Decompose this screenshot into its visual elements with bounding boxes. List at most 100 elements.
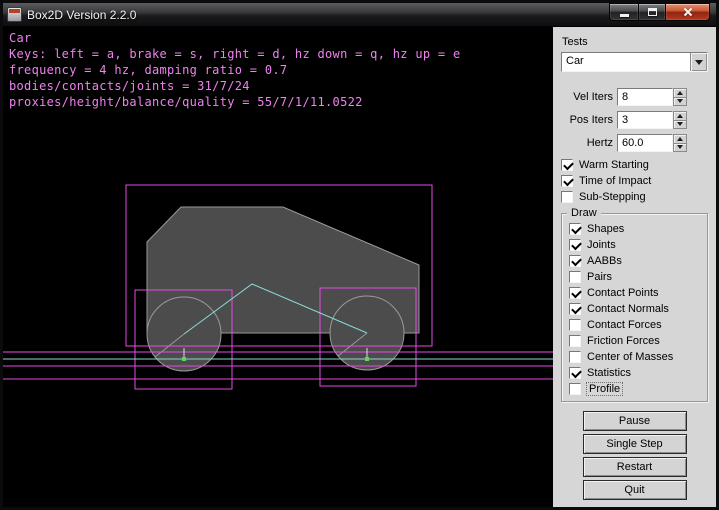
front-contact-point	[365, 357, 369, 361]
pos-iters-label: Pos Iters	[561, 114, 613, 126]
close-button[interactable]	[666, 3, 710, 21]
app-window: Box2D Version 2.2.0	[0, 0, 719, 510]
aabbs-label: AABBs	[587, 255, 622, 267]
time-of-impact-label: Time of Impact	[579, 175, 651, 187]
arrow-down-icon	[677, 99, 683, 103]
arrow-up-icon	[677, 137, 683, 141]
contact-forces-label: Contact Forces	[587, 319, 662, 331]
checkbox-center-of-masses[interactable]: Center of Masses	[569, 349, 703, 365]
draw-group: Draw Shapes Joints AABBs Pairs	[561, 213, 708, 402]
arrow-up-icon	[677, 91, 683, 95]
profile-label: Profile	[587, 383, 622, 395]
overlay-frequency: frequency = 4 hz, damping ratio = 0.7	[9, 63, 287, 77]
shapes-checkbox[interactable]	[569, 223, 581, 235]
checkbox-aabbs[interactable]: AABBs	[569, 253, 703, 269]
contact-normals-checkbox[interactable]	[569, 303, 581, 315]
single-step-button[interactable]: Single Step	[583, 434, 687, 454]
center-of-masses-label: Center of Masses	[587, 351, 673, 363]
warm-starting-label: Warm Starting	[579, 159, 649, 171]
vel-iters-up-button[interactable]	[673, 88, 687, 98]
checkbox-joints[interactable]: Joints	[569, 237, 703, 253]
tests-label: Tests	[562, 36, 708, 48]
checkbox-sub-stepping[interactable]: Sub-Stepping	[561, 189, 708, 205]
contact-forces-checkbox[interactable]	[569, 319, 581, 331]
overlay-keys: Keys: left = a, brake = s, right = d, hz…	[9, 47, 460, 61]
hertz-spin-buttons	[673, 134, 687, 152]
pairs-checkbox[interactable]	[569, 271, 581, 283]
vel-iters-spinner: Vel Iters 8	[561, 88, 708, 106]
time-of-impact-checkbox[interactable]	[561, 175, 573, 187]
action-buttons: Pause Single Step Restart Quit	[561, 411, 708, 500]
joints-label: Joints	[587, 239, 616, 251]
title-bar[interactable]: Box2D Version 2.2.0	[3, 3, 716, 27]
simulation-canvas[interactable]: Car Keys: left = a, brake = s, right = d…	[3, 27, 553, 507]
sub-stepping-checkbox[interactable]	[561, 191, 573, 203]
vel-iters-label: Vel Iters	[561, 91, 613, 103]
window-title: Box2D Version 2.2.0	[27, 8, 136, 22]
checkbox-contact-normals[interactable]: Contact Normals	[569, 301, 703, 317]
chevron-down-icon	[695, 60, 703, 65]
contact-points-checkbox[interactable]	[569, 287, 581, 299]
minimize-icon	[620, 14, 629, 17]
overlay-proxy-stats: proxies/height/balance/quality = 55/7/1/…	[9, 95, 363, 109]
joints-checkbox[interactable]	[569, 239, 581, 251]
pos-iters-input[interactable]: 3	[617, 111, 673, 129]
restart-button[interactable]: Restart	[583, 457, 687, 477]
vel-iters-input[interactable]: 8	[617, 88, 673, 106]
contact-normals-label: Contact Normals	[587, 303, 669, 315]
warm-starting-checkbox[interactable]	[561, 159, 573, 171]
tests-dropdown-value: Car	[562, 53, 690, 71]
checkbox-friction-forces[interactable]: Friction Forces	[569, 333, 703, 349]
hertz-up-button[interactable]	[673, 134, 687, 144]
checkbox-pairs[interactable]: Pairs	[569, 269, 703, 285]
contact-points-label: Contact Points	[587, 287, 659, 299]
debug-draw-scene: Car Keys: left = a, brake = s, right = d…	[3, 27, 553, 507]
statistics-checkbox[interactable]	[569, 367, 581, 379]
checkbox-shapes[interactable]: Shapes	[569, 221, 703, 237]
window-controls	[609, 3, 710, 21]
pos-iters-spin-buttons	[673, 111, 687, 129]
maximize-button[interactable]	[638, 3, 666, 21]
pause-button[interactable]: Pause	[583, 411, 687, 431]
checkbox-time-of-impact[interactable]: Time of Impact	[561, 173, 708, 189]
pairs-label: Pairs	[587, 271, 612, 283]
hertz-label: Hertz	[561, 137, 613, 149]
quit-button[interactable]: Quit	[583, 480, 687, 500]
hertz-spinner: Hertz 60.0	[561, 134, 708, 152]
hertz-input[interactable]: 60.0	[617, 134, 673, 152]
shapes-label: Shapes	[587, 223, 624, 235]
vel-iters-down-button[interactable]	[673, 98, 687, 107]
arrow-down-icon	[677, 122, 683, 126]
rear-contact-point	[182, 357, 186, 361]
tests-dropdown-arrow-button[interactable]	[690, 53, 707, 71]
profile-checkbox[interactable]	[569, 383, 581, 395]
checkbox-contact-forces[interactable]: Contact Forces	[569, 317, 703, 333]
checkbox-profile[interactable]: Profile	[569, 381, 703, 397]
pos-iters-down-button[interactable]	[673, 121, 687, 130]
vel-iters-spin-buttons	[673, 88, 687, 106]
pos-iters-spinner: Pos Iters 3	[561, 111, 708, 129]
friction-forces-checkbox[interactable]	[569, 335, 581, 347]
tests-dropdown[interactable]: Car	[561, 52, 708, 72]
arrow-up-icon	[677, 114, 683, 118]
app-icon	[7, 7, 22, 22]
arrow-down-icon	[677, 145, 683, 149]
checkbox-contact-points[interactable]: Contact Points	[569, 285, 703, 301]
sub-stepping-label: Sub-Stepping	[579, 191, 646, 203]
overlay-test-name: Car	[9, 31, 32, 45]
aabbs-checkbox[interactable]	[569, 255, 581, 267]
close-icon	[682, 6, 694, 18]
minimize-button[interactable]	[609, 3, 638, 21]
checkbox-warm-starting[interactable]: Warm Starting	[561, 157, 708, 173]
control-panel: Tests Car Vel Iters 8 Pos Iters 3	[553, 27, 716, 507]
checkbox-statistics[interactable]: Statistics	[569, 365, 703, 381]
friction-forces-label: Friction Forces	[587, 335, 660, 347]
draw-group-label: Draw	[567, 207, 601, 219]
center-of-masses-checkbox[interactable]	[569, 351, 581, 363]
hertz-down-button[interactable]	[673, 144, 687, 153]
statistics-label: Statistics	[587, 367, 631, 379]
overlay-body-stats: bodies/contacts/joints = 31/7/24	[9, 79, 250, 93]
maximize-icon	[648, 8, 657, 16]
pos-iters-up-button[interactable]	[673, 111, 687, 121]
window-content: Car Keys: left = a, brake = s, right = d…	[3, 27, 716, 507]
